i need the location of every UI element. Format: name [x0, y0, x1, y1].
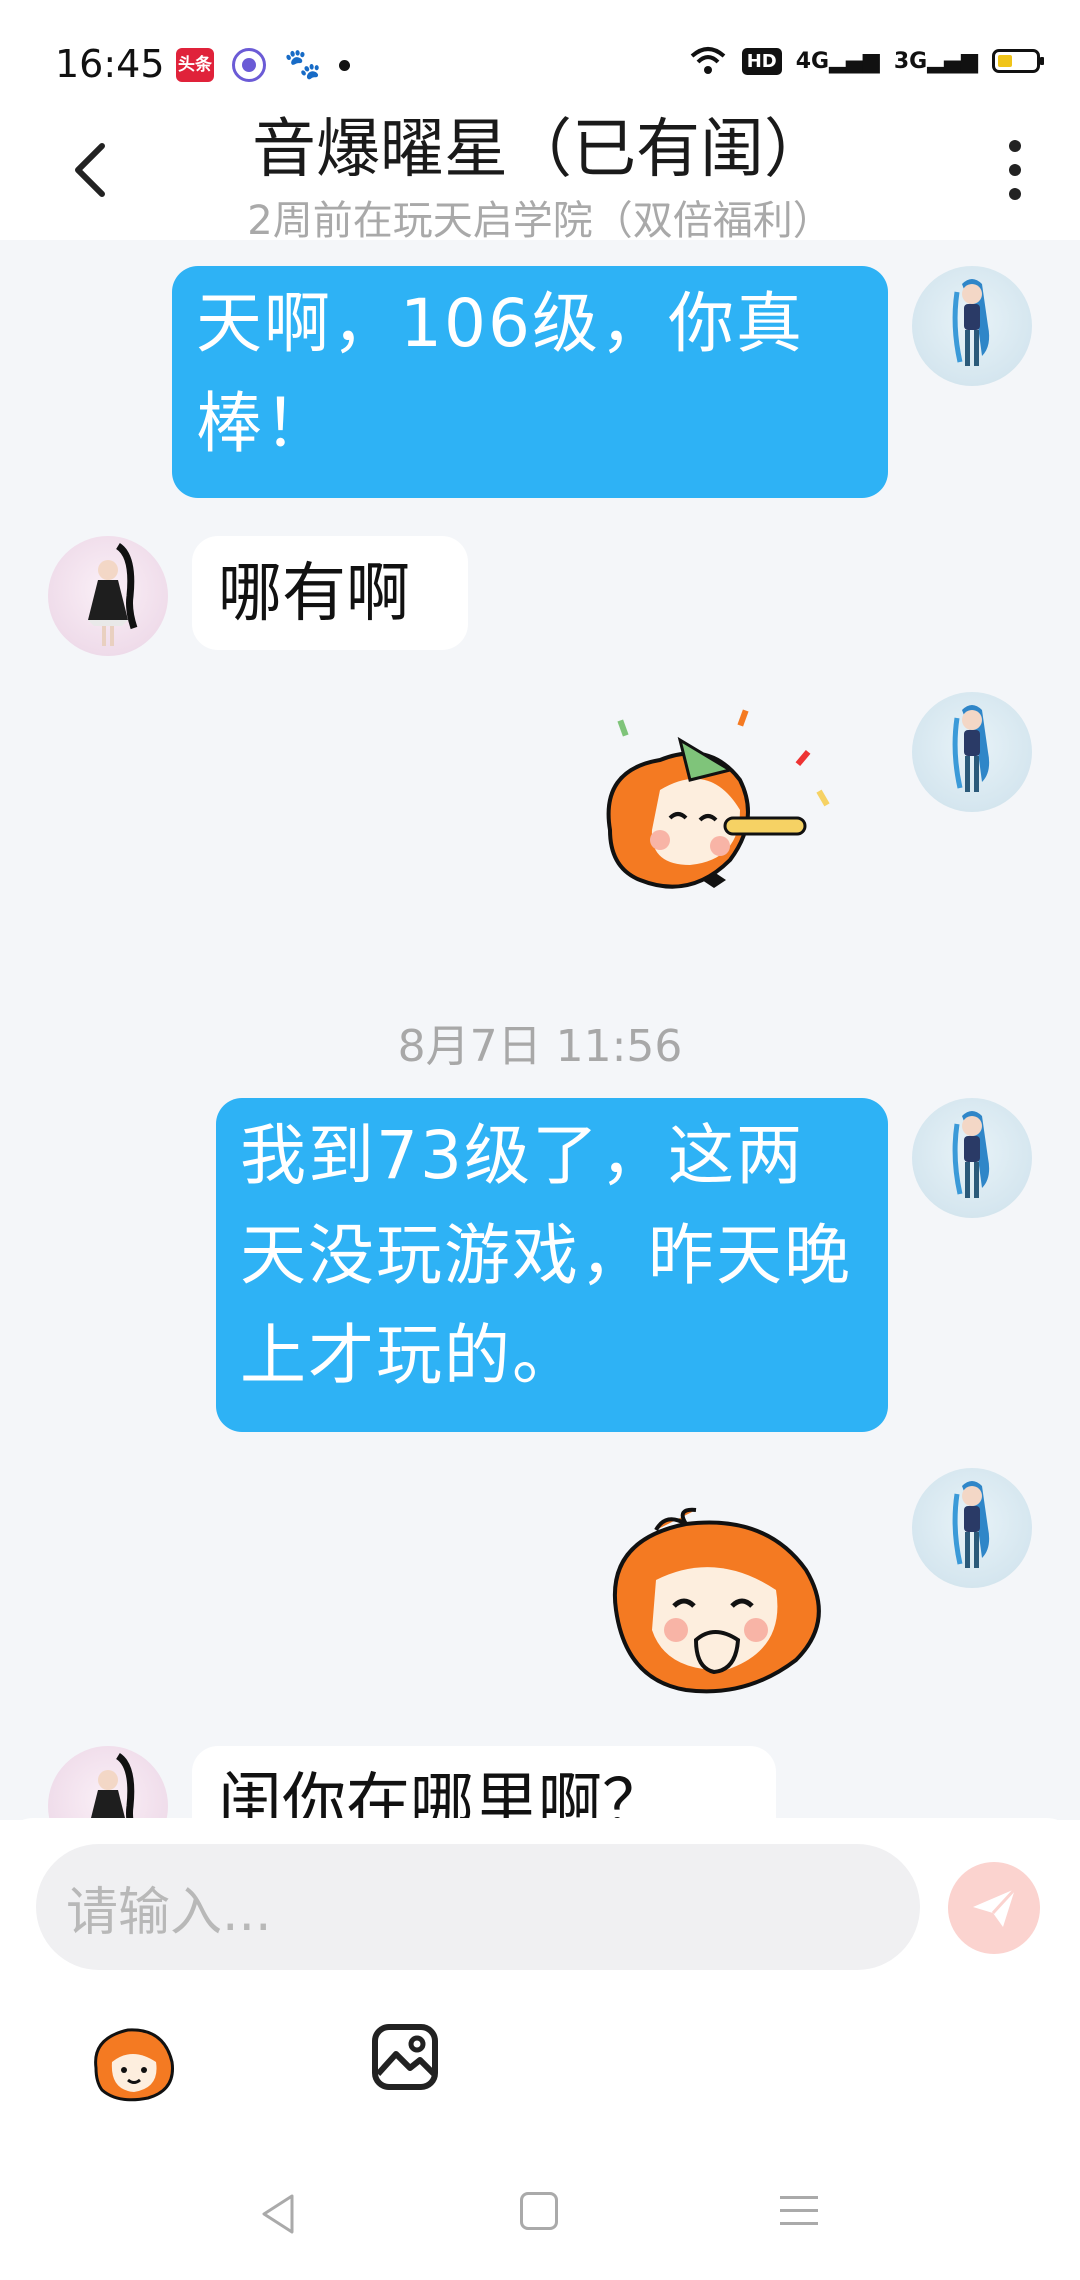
menu-line [780, 2222, 818, 2225]
nav-back-button[interactable] [258, 2192, 298, 2240]
message-bubble-other[interactable]: 闺你在哪里啊？ [192, 1746, 776, 1820]
system-nav-bar [0, 2148, 1080, 2280]
triangle-back-icon [262, 2194, 294, 2234]
anime-girl-dark-icon [90, 1753, 135, 1820]
wifi-icon [690, 47, 726, 74]
toutiao-app-icon: 头条 [176, 48, 214, 82]
nav-home-button[interactable] [520, 2192, 558, 2230]
contact-avatar[interactable] [48, 1746, 168, 1820]
hd-voice-icon: HD [741, 47, 782, 75]
emoji-button[interactable] [88, 2018, 178, 2108]
more-dot [1009, 164, 1021, 176]
my-avatar[interactable] [912, 1468, 1032, 1588]
more-dot [1009, 188, 1021, 200]
send-button[interactable] [948, 1862, 1040, 1954]
image-button[interactable] [370, 2022, 440, 2092]
image-icon [372, 2024, 438, 2090]
message-timestamp: 8月7日 11:56 [397, 1021, 683, 1072]
mascot-party-icon [606, 709, 830, 889]
party-blower-sticker[interactable] [590, 700, 850, 914]
battery-icon [992, 49, 1044, 73]
contact-avatar[interactable] [48, 536, 168, 656]
menu-line [780, 2209, 818, 2212]
laughing-cover-mouth-sticker[interactable] [596, 1500, 842, 1704]
mascot-emoji-icon [94, 2028, 174, 2102]
signal-3g-icon: 3G▂▄▆ [893, 48, 978, 74]
notification-icons: 头条 🐾 [176, 47, 351, 82]
my-avatar[interactable] [912, 266, 1032, 386]
anime-girl-blue-icon [952, 279, 990, 366]
message-bubble-other[interactable]: 哪有啊 [192, 536, 468, 650]
chat-title: 音爆曜星（已有闺） [252, 113, 828, 187]
my-avatar[interactable] [912, 1098, 1032, 1218]
anime-girl-dark-icon [88, 543, 138, 646]
purple-app-icon [232, 48, 266, 82]
more-options-button[interactable] [1000, 140, 1030, 200]
message-bubble-me[interactable]: 我到73级了，这两天没玩游戏，昨天晚上才玩的。 [216, 1098, 888, 1432]
anime-girl-blue-icon [952, 705, 990, 792]
paper-plane-icon [973, 1887, 1017, 1927]
menu-line [780, 2196, 818, 2199]
signal-4g-icon: 4G▂▄▆ [795, 48, 880, 74]
status-time: 16:45 [55, 42, 165, 86]
more-notifications-dot-icon [339, 59, 351, 71]
anime-girl-blue-icon [952, 1481, 990, 1568]
message-input[interactable]: 请输入... [36, 1844, 920, 1970]
signal-3g-label: 3G [893, 48, 928, 74]
more-vertical-icon [1009, 140, 1021, 152]
baidu-paw-icon: 🐾 [284, 47, 322, 82]
mascot-laughing-icon [612, 1507, 821, 1694]
message-bubble-me[interactable]: 天啊，106级，你真棒！ [172, 266, 888, 498]
message-list[interactable]: 天啊，106级，你真棒！ 哪有啊 8月7日 11:56 我到73级了，这两天没玩… [0, 240, 1080, 1820]
chat-subtitle: 2周前在玩天启学院（双倍福利） [247, 198, 833, 244]
system-indicators: HD 4G▂▄▆ 3G▂▄▆ [688, 46, 1044, 76]
battery-level [998, 55, 1012, 67]
nav-recents-button[interactable] [780, 2196, 818, 2225]
composer: 请输入... [0, 1818, 1080, 2148]
signal-4g-label: 4G [795, 48, 830, 74]
anime-girl-blue-icon [952, 1111, 990, 1198]
chat-header: 音爆曜星（已有闺） 2周前在玩天启学院（双倍福利） [0, 90, 1080, 244]
my-avatar[interactable] [912, 692, 1032, 812]
